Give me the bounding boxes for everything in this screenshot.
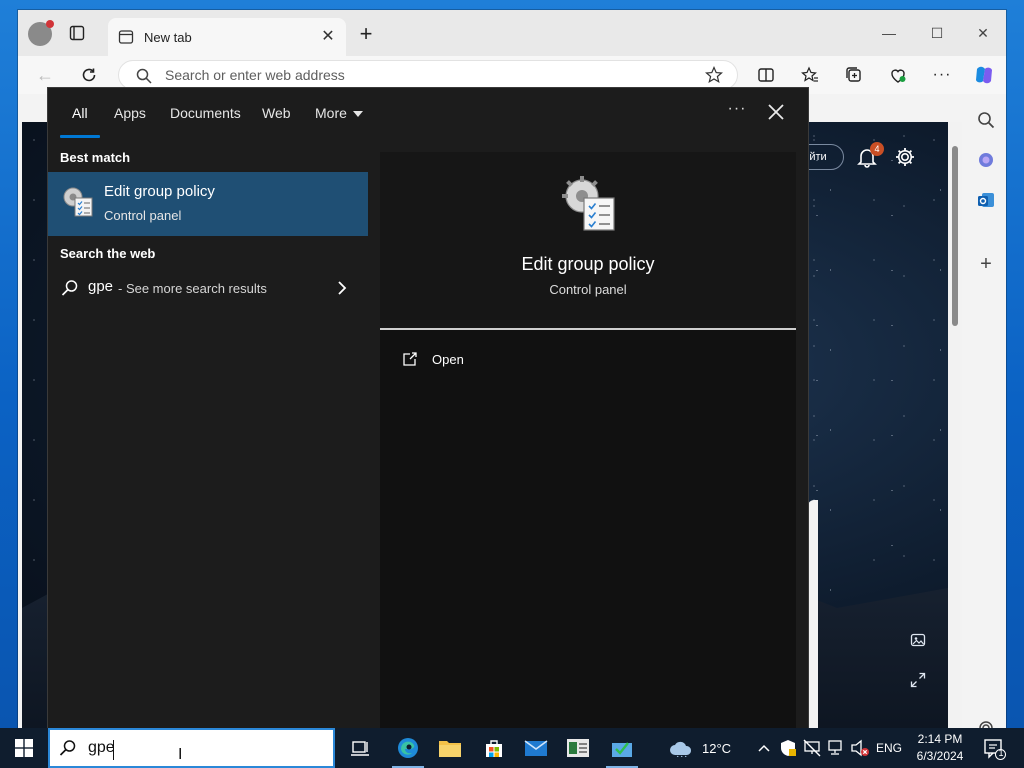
clock-date: 6/3/2024 xyxy=(916,749,964,763)
open-action-button[interactable]: Open xyxy=(402,348,522,370)
tab-web[interactable]: Web xyxy=(262,105,291,121)
search-web-heading: Search the web xyxy=(60,246,156,261)
search-icon xyxy=(60,278,80,298)
browser-essentials-icon[interactable] xyxy=(888,65,908,85)
copilot-icon[interactable] xyxy=(972,63,996,87)
tab-new-tab[interactable]: New tab ✕ xyxy=(108,18,346,56)
detail-divider xyxy=(380,328,796,330)
split-screen-icon[interactable] xyxy=(756,65,776,85)
favorite-star-icon[interactable] xyxy=(705,65,723,84)
web-query-text: gpe xyxy=(88,278,114,295)
web-search-result[interactable]: gpe - See more search results xyxy=(48,272,368,308)
show-hidden-icons-chevron-up-icon[interactable] xyxy=(752,736,776,760)
notification-badge: 4 xyxy=(870,142,884,156)
windows-logo-icon xyxy=(15,739,33,757)
group-policy-large-icon xyxy=(558,174,618,234)
search-filter-tabs: All Apps Documents Web More ··· xyxy=(48,88,808,138)
action-center-icon[interactable]: 1 xyxy=(982,736,1006,760)
cloud-icon xyxy=(670,741,692,757)
feed-panel-edge xyxy=(808,500,818,728)
start-button[interactable] xyxy=(12,736,36,760)
page-settings-gear-icon[interactable] xyxy=(894,146,916,168)
maximize-button[interactable]: ☐ xyxy=(922,18,952,48)
close-window-button[interactable]: ✕ xyxy=(968,18,998,48)
close-tab-icon[interactable]: ✕ xyxy=(318,27,338,47)
weather-widget[interactable]: 12°C xyxy=(668,728,731,768)
app-icon[interactable] xyxy=(566,736,590,760)
background-image-icon[interactable] xyxy=(910,632,926,648)
microsoft-store-icon[interactable] xyxy=(482,736,506,760)
detail-subtitle: Control panel xyxy=(549,282,627,297)
collections-icon[interactable] xyxy=(844,65,864,85)
chevron-down-icon xyxy=(352,111,363,118)
sidebar-outlook-icon[interactable] xyxy=(976,190,996,210)
task-view-icon[interactable] xyxy=(348,736,372,760)
result-detail-pane: Edit group policy Control panel Open xyxy=(380,152,796,728)
input-language-indicator[interactable]: ENG xyxy=(876,728,902,768)
search-icon xyxy=(58,738,78,758)
language-label: ENG xyxy=(876,741,903,755)
tab-documents[interactable]: Documents xyxy=(170,105,241,121)
tab-title: New tab xyxy=(144,29,192,45)
network-icon[interactable] xyxy=(824,736,848,760)
tab-actions-icon[interactable] xyxy=(68,24,86,42)
settings-more-icon[interactable]: ··· xyxy=(932,65,952,85)
open-icon xyxy=(402,351,418,367)
favorites-icon[interactable] xyxy=(800,65,820,85)
clock-time: 2:14 PM xyxy=(917,732,963,746)
profile-avatar[interactable] xyxy=(28,20,54,46)
sidebar-search-icon[interactable] xyxy=(976,110,996,130)
back-button[interactable]: ← xyxy=(34,64,56,86)
file-explorer-icon[interactable] xyxy=(438,736,462,760)
address-bar[interactable]: Search or enter web address xyxy=(118,60,738,90)
refresh-icon xyxy=(82,68,96,82)
tab-all[interactable]: All xyxy=(72,105,88,121)
edge-icon[interactable] xyxy=(392,736,424,768)
mail-icon[interactable] xyxy=(524,736,548,760)
results-list: Best match Edit group policy Control pan… xyxy=(48,138,368,728)
mouse-ibeam-cursor: I xyxy=(178,746,183,763)
app-icon-2[interactable] xyxy=(606,736,638,768)
best-match-result[interactable]: Edit group policy Control panel xyxy=(48,172,368,236)
network-disconnected-icon[interactable] xyxy=(800,736,824,760)
taskbar-search-box[interactable]: gpe I xyxy=(48,728,335,768)
search-icon xyxy=(135,67,153,85)
web-query-suffix: - See more search results xyxy=(118,281,267,296)
volume-muted-icon[interactable] xyxy=(848,736,872,760)
sidebar-add-icon[interactable]: + xyxy=(976,254,996,274)
more-options-icon[interactable]: ··· xyxy=(724,100,750,124)
edge-sidebar: + xyxy=(966,94,1006,735)
notification-count: 1 xyxy=(998,748,1004,758)
address-placeholder: Search or enter web address xyxy=(165,67,345,83)
page-scrollbar[interactable] xyxy=(948,122,962,728)
system-clock[interactable]: 2:14 PM 6/3/2024 xyxy=(900,731,980,765)
security-shield-icon[interactable] xyxy=(776,736,800,760)
chevron-right-icon[interactable] xyxy=(334,278,350,298)
scrollbar-thumb[interactable] xyxy=(952,146,958,326)
expand-icon[interactable] xyxy=(910,672,926,688)
start-search-panel: All Apps Documents Web More ··· Best mat… xyxy=(48,88,808,728)
new-tab-page-icon xyxy=(118,29,134,45)
text-cursor xyxy=(113,740,114,760)
detail-header: Edit group policy Control panel xyxy=(380,152,796,328)
sidebar-copilot-app-icon[interactable] xyxy=(976,150,996,170)
open-action-label: Open xyxy=(432,351,464,367)
best-match-heading: Best match xyxy=(60,150,131,165)
close-icon[interactable] xyxy=(764,100,788,124)
refresh-button[interactable] xyxy=(78,64,100,86)
tab-more[interactable]: More xyxy=(315,105,363,121)
best-match-subtitle: Control panel xyxy=(104,208,182,223)
detail-title: Edit group policy xyxy=(521,254,655,274)
weather-temperature: 12°C xyxy=(702,740,732,756)
tab-strip: New tab ✕ + — ☐ ✕ xyxy=(18,10,1006,56)
best-match-title: Edit group policy xyxy=(104,183,215,200)
taskbar: gpe I 12°C ENG 2:14 PM 6/3/2024 1 xyxy=(0,728,1024,768)
tab-apps[interactable]: Apps xyxy=(114,105,146,121)
minimize-button[interactable]: — xyxy=(874,18,904,48)
new-tab-button[interactable]: + xyxy=(356,23,376,45)
group-policy-icon xyxy=(60,184,94,218)
taskbar-search-input[interactable]: gpe xyxy=(88,739,115,757)
